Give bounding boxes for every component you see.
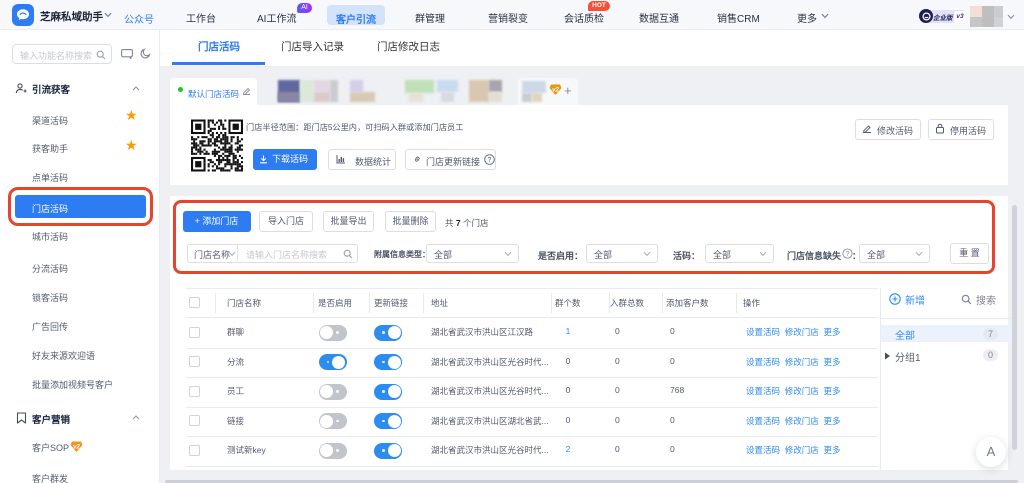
svg-text:v2: v2 [73,445,80,451]
svg-text:?: ? [488,157,492,164]
svg-text:v2: v2 [552,88,559,94]
